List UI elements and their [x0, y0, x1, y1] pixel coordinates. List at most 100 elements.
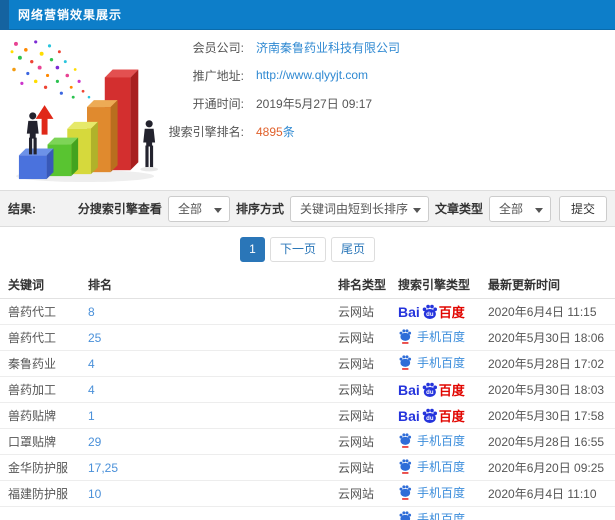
title-bar: 网络营销效果展示: [0, 0, 615, 30]
baidu-bai-text: Bai: [398, 303, 420, 320]
table-body: 兽药代工 8 云网站 Bai du 百度 2020年6月4日 11:15 兽药代…: [0, 299, 615, 520]
baidu-mobile-text: 手机百度: [417, 329, 466, 344]
table-row: 兽药代工 25 云网站 Bai du 百度: [0, 325, 615, 351]
baidu-paw-icon: du: [421, 303, 438, 320]
update-time-cell: 2020年5月30日 17:58: [488, 409, 605, 423]
header-rank-type: 排名类型: [338, 278, 387, 292]
keyword-cell: 兽药代工: [8, 305, 57, 319]
engine-view-select[interactable]: 全部: [167, 195, 230, 222]
rank-type-cell: 云网站: [338, 461, 375, 475]
table-row: Bai du 百度: [0, 507, 615, 520]
baidu-bai-text: Bai: [398, 407, 420, 424]
next-page-button[interactable]: 下一页: [269, 237, 326, 262]
table-row: 兽药贴牌 1 云网站 Bai du 百度 2020年5月30日 17:58: [0, 403, 615, 429]
keyword-cell: 兽药加工: [8, 383, 57, 397]
engine-rank-value: 4895条: [256, 123, 295, 140]
keyword-cell: 兽药贴牌: [8, 409, 57, 423]
baidu-mobile-text: 手机百度: [417, 485, 466, 500]
engine-type-cell: Bai du 百度: [398, 406, 488, 425]
sort-selected: 关键词由短到长排序: [299, 202, 408, 216]
baidu-cn-text: 百度: [438, 383, 465, 398]
chevron-down-icon: [213, 207, 222, 213]
pagination: 1 下一页 尾页: [0, 237, 615, 262]
chevron-down-icon: [412, 207, 421, 213]
engine-type-cell: Bai du 百度: [398, 302, 488, 321]
engine-type-cell: Bai du 百度: [398, 432, 488, 452]
promo-url-link[interactable]: http://www.qlyyjt.com: [256, 68, 368, 82]
article-type-select[interactable]: 全部: [488, 195, 551, 222]
rank-count-number: 4895: [256, 124, 283, 139]
table-row: 秦鲁药业 4 云网站 Bai du 百度: [0, 351, 615, 377]
baidu-mobile-logo: 手机百度: [398, 354, 465, 371]
svg-text:du: du: [426, 312, 434, 318]
baidu-pc-logo: Bai du 百度: [398, 406, 465, 425]
sort-select[interactable]: 关键词由短到长排序: [289, 195, 429, 222]
keyword-cell: 兽药代工: [8, 331, 57, 345]
rank-type-cell: 云网站: [338, 357, 375, 371]
up-arrow: [35, 105, 54, 135]
rank-link[interactable]: 10: [88, 487, 338, 501]
promo-url-label: 推广地址:: [192, 68, 244, 83]
mobile-paw-icon: [398, 484, 412, 500]
member-info: 会员公司: 济南秦鲁药业科技有限公司 推广地址: http://www.qlyy…: [148, 38, 608, 150]
update-time-cell: 2020年5月28日 17:02: [488, 357, 605, 371]
engine-type-cell: Bai du 百度: [398, 484, 488, 504]
rank-link[interactable]: 25: [88, 331, 338, 345]
header-rank: 排名: [88, 278, 113, 292]
sort-label: 排序方式: [235, 202, 284, 216]
rank-link[interactable]: 1: [88, 409, 338, 423]
confetti-dots: [10, 40, 91, 99]
growth-chart-svg: [10, 40, 159, 183]
engine-type-cell: Bai du 百度: [398, 380, 488, 399]
update-time-cell: 2020年5月30日 18:06: [488, 331, 605, 345]
table-row: 兽药代工 8 云网站 Bai du 百度 2020年6月4日 11:15: [0, 299, 615, 325]
header-update-time: 最新更新时间: [488, 278, 561, 292]
baidu-mobile-logo: 手机百度: [398, 328, 465, 345]
engine-type-cell: Bai du 百度: [398, 354, 488, 374]
rank-link[interactable]: 17,25: [88, 461, 338, 475]
baidu-mobile-logo: 手机百度: [398, 432, 465, 449]
update-time-cell: 2020年6月20日 09:25: [488, 461, 605, 475]
last-page-button[interactable]: 尾页: [331, 237, 376, 262]
baidu-cn-text: 百度: [438, 409, 465, 424]
baidu-mobile-text: 手机百度: [417, 511, 466, 520]
update-time-cell: 2020年5月30日 18:03: [488, 383, 605, 397]
rank-link[interactable]: 4: [88, 357, 338, 371]
mobile-paw-icon: [398, 328, 412, 344]
rank-link[interactable]: 29: [88, 435, 338, 449]
rank-type-cell: 云网站: [338, 435, 375, 449]
keyword-cell: 口罩贴牌: [8, 435, 57, 449]
rank-count-unit: 条: [282, 124, 295, 139]
rank-type-cell: 云网站: [338, 383, 375, 397]
baidu-mobile-text: 手机百度: [417, 433, 466, 448]
baidu-bai-text: Bai: [398, 381, 420, 398]
engine-type-cell: Bai du 百度: [398, 328, 488, 348]
company-link[interactable]: 济南秦鲁药业科技有限公司: [256, 39, 400, 56]
mobile-paw-icon: [398, 432, 412, 448]
article-type-label: 文章类型: [434, 202, 483, 216]
marketing-report-page: 网络营销效果展示 会员公司: 济南秦鲁药业科技有限公司 推广地址: http:/…: [0, 0, 615, 520]
baidu-mobile-logo: 手机百度: [398, 484, 465, 501]
submit-button[interactable]: 提交: [558, 195, 607, 222]
svg-text:du: du: [426, 390, 434, 396]
title-bar-accent: [0, 0, 9, 30]
baidu-mobile-text: 手机百度: [417, 355, 466, 370]
info-row-opened: 开通时间: 2019年5月27日 09:17: [148, 94, 608, 112]
rank-type-cell: 云网站: [338, 409, 375, 423]
mobile-paw-icon: [398, 354, 412, 370]
table-row: 口罩贴牌 29 云网站 Bai du 百度: [0, 429, 615, 455]
results-section-label: 结果:: [8, 202, 36, 216]
table-header-row: 关键词 排名 排名类型 搜索引擎类型 最新更新时间: [0, 271, 615, 299]
rank-link[interactable]: 8: [88, 305, 338, 319]
rank-type-cell: 云网站: [338, 305, 375, 319]
engine-view-label: 分搜索引擎查看: [77, 202, 162, 216]
article-type-selected: 全部: [498, 202, 523, 216]
baidu-mobile-logo: 手机百度: [398, 458, 465, 475]
engine-type-cell: Bai du 百度: [398, 458, 488, 478]
baidu-mobile-text: 手机百度: [417, 459, 466, 474]
mobile-paw-icon: [398, 458, 412, 474]
page-1-button[interactable]: 1: [239, 237, 265, 262]
rank-link[interactable]: 4: [88, 383, 338, 397]
update-time-cell: 2020年6月4日 11:10: [488, 487, 597, 501]
keyword-cell: 金华防护服: [8, 461, 69, 475]
